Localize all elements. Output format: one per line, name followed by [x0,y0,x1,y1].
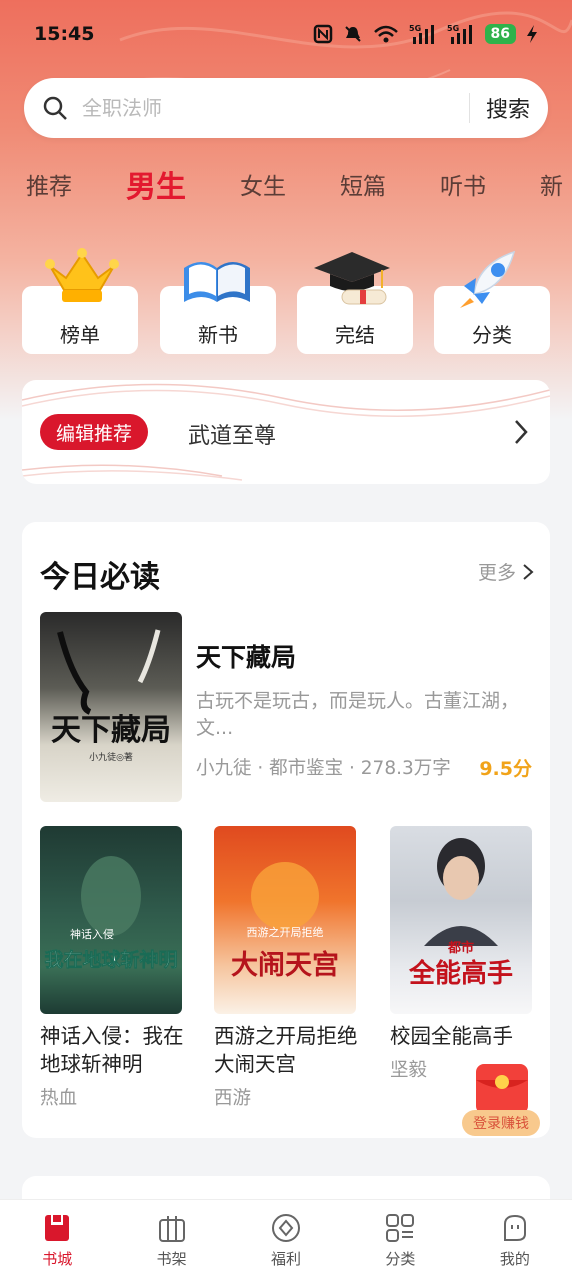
bottom-navigation: 书城 书架 福利 分类 我的 [0,1199,572,1279]
category-tabs: 推荐 男生 女生 短篇 听书 新 [0,160,572,208]
editor-recommend-title: 武道至尊 [188,424,277,449]
tab-recommend[interactable]: 推荐 [26,167,72,201]
tab-audio[interactable]: 听书 [440,167,486,201]
section-title: 今日必读 [40,560,160,595]
search-button[interactable]: 搜索 [486,92,530,124]
bookstore-icon [45,1215,70,1241]
today-must-read-section: 今日必读 更多 天下藏局 小九徒◎著 天下藏局 古玩不是玩古，而是玩人。古董江湖… [22,522,550,1138]
signal-5g-icon: 5G [447,24,472,44]
cover-art: 西游之开局拒绝 大闹天宫 [231,862,339,981]
nav-welfare[interactable]: 福利 [229,1200,343,1279]
quick-entry-label: 分类 [472,323,512,347]
status-time: 15:45 [34,23,95,45]
tab-female[interactable]: 女生 [240,167,286,201]
book-icon [184,262,250,302]
nav-profile[interactable]: 我的 [458,1200,572,1279]
nav-bookshelf[interactable]: 书架 [114,1200,228,1279]
bookshelf-icon [158,1216,185,1242]
search-input[interactable] [82,96,453,120]
quick-entry-label: 新书 [198,323,238,347]
profile-icon [503,1214,526,1241]
cover-art: 神话入侵 我在地球斩神明 [44,856,178,971]
cover-author-text: 小九徒◎著 [89,751,133,763]
more-link[interactable]: 更多 [478,558,534,585]
quick-entry-label: 榜单 [60,323,100,347]
svg-text:5G: 5G [447,24,459,33]
editor-recommend-badge: 编辑推荐 [40,414,149,450]
tab-new[interactable]: 新 [540,167,563,201]
cover-title-text: 大闹天宫 [231,949,339,981]
crown-icon [45,248,119,302]
nav-label: 我的 [499,1250,530,1268]
nfc-icon [313,24,332,44]
cover-title-text: 全能高手 [408,958,513,989]
tab-short[interactable]: 短篇 [340,167,386,201]
cover-sub-text: 神话入侵 [70,927,114,941]
book-genre: 热血 [40,1088,78,1109]
book-title[interactable]: 校园全能高手 [390,1022,536,1050]
svg-text:5G: 5G [409,24,421,33]
nav-label: 书城 [42,1250,73,1268]
charging-icon [527,25,537,43]
login-earn-promo[interactable]: 登录赚钱 [462,1060,542,1136]
book-title[interactable]: 西游之开局拒绝大闹天宫 [214,1022,360,1078]
book-cover[interactable]: 神话入侵 我在地球斩神明 [40,826,182,1014]
book-title[interactable]: 神话入侵：我在地球斩神明 [40,1022,186,1078]
cover-title-text: 天下藏局 [51,713,171,748]
editor-recommend-card[interactable]: 编辑推荐 武道至尊 [22,380,550,484]
chevron-right-icon [523,563,534,580]
status-icons: 5G 5G 86 [313,23,538,45]
red-envelope-icon [476,1064,528,1114]
nav-label: 福利 [271,1250,302,1268]
book-cover[interactable]: 西游之开局拒绝 大闹天宫 [214,826,356,1014]
cover-title-text: 我在地球斩神明 [44,948,177,971]
nav-label: 分类 [385,1250,416,1268]
status-bar: 15:45 5G 5G 86 [0,0,572,68]
featured-book-score: 9.5分 [479,758,532,780]
featured-book-title[interactable]: 天下藏局 [196,638,296,674]
quick-entry-label: 完结 [335,323,375,347]
search-bar[interactable]: 搜索 [24,78,548,138]
cover-sub-text: 西游之开局拒绝 [247,925,324,939]
featured-book-description: 古玩不是玩古，而是玩人。古董江湖，文... [196,690,520,739]
search-divider [468,93,470,123]
book-genre: 坚毅 [390,1060,428,1081]
wifi-icon [373,25,398,43]
signal-5g-icon: 5G [409,24,434,44]
welfare-icon [272,1214,301,1242]
featured-book-cover[interactable]: 天下藏局 小九徒◎著 [40,612,182,802]
chevron-right-icon [515,420,528,444]
promo-label: 登录赚钱 [462,1110,540,1136]
nav-label: 书架 [156,1250,187,1268]
graduation-cap-icon [314,252,390,305]
mute-icon [344,26,361,42]
cover-art: 都市 全能高手 [408,838,513,989]
nav-bookstore[interactable]: 书城 [0,1200,114,1279]
featured-book-meta: 小九徒 · 都市鉴宝 · 278.3万字 [196,758,451,779]
more-label: 更多 [477,562,516,584]
book-genre: 西游 [214,1088,252,1109]
rocket-icon [460,250,516,308]
cover-art: 天下藏局 小九徒◎著 [51,629,171,763]
book-cover[interactable]: 都市 全能高手 [390,826,532,1014]
category-icon [386,1214,415,1242]
tab-male[interactable]: 男生 [126,162,186,206]
nav-category[interactable]: 分类 [343,1200,457,1279]
cover-sub-text: 都市 [447,940,474,956]
battery-indicator: 86 [484,24,516,44]
search-icon [43,96,67,120]
